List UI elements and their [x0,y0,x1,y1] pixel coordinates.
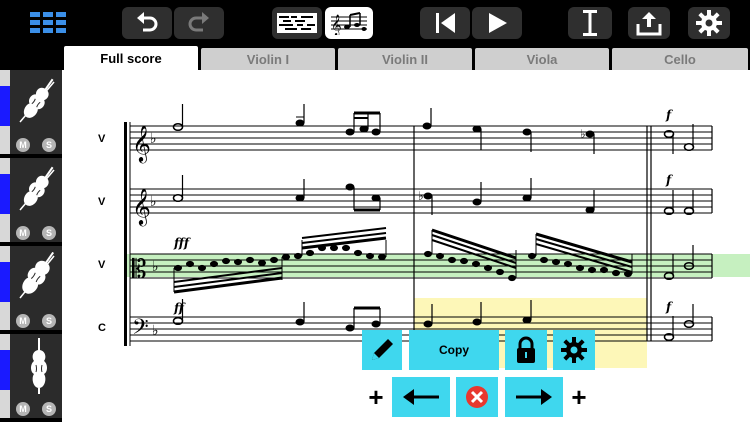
dynamic-mark: f [665,108,673,122]
notation-view-button[interactable]: 𝄞 [325,7,373,39]
svg-text:𝄞: 𝄞 [132,187,151,226]
track-color-bar [0,70,10,154]
tab-cello[interactable]: Cello [612,48,748,70]
dynamic-mark: ff [173,301,186,315]
track-color-bar [0,334,10,418]
solo-button[interactable]: S [42,314,56,328]
undo-icon [137,12,158,32]
track-list: M S M S M S M S [0,70,62,422]
mute-button[interactable]: M [16,138,30,152]
tab-full-score[interactable]: Full score [64,46,198,70]
copy-label: Copy [439,343,469,357]
text-cursor-button[interactable] [568,7,612,39]
violin-icon [19,78,55,123]
dynamic-mark: f [665,173,673,187]
toolbar: 𝄞 [0,0,750,46]
play-icon [489,13,507,33]
pencil-icon [372,339,393,360]
svg-text:𝄢: 𝄢 [132,315,149,345]
tab-violin-2[interactable]: Violin II [338,48,472,70]
track-color-bar [0,158,10,242]
track-violin-1[interactable]: M S [0,70,62,156]
viola-icon [19,252,55,299]
arrow-left-icon [403,389,439,405]
delete-x-icon [466,386,488,408]
svg-text:𝄡: 𝄡 [132,255,147,285]
gear-icon [561,337,587,363]
piano-roll-icon [277,13,317,33]
track-color-bar [0,246,10,330]
grid-view-button[interactable] [20,7,76,39]
violin-icon [19,166,55,211]
move-left-button[interactable] [392,377,450,417]
undo-button[interactable] [122,7,172,39]
track-cello[interactable]: M S [0,334,62,420]
svg-text:♭: ♭ [150,131,157,147]
export-button[interactable] [628,7,670,39]
score-tab-bar: Full score Violin I Violin II Viola Cell… [62,46,750,70]
mute-button[interactable]: M [16,314,30,328]
tab-viola[interactable]: Viola [475,48,609,70]
delete-button[interactable] [456,377,498,417]
redo-icon [188,12,209,32]
track-viola[interactable]: M S [0,246,62,332]
mute-button[interactable]: M [16,226,30,240]
solo-button[interactable]: S [42,402,56,416]
skip-to-start-button[interactable] [420,7,470,39]
text-cursor-icon [583,10,597,36]
svg-text:♭: ♭ [150,194,157,210]
track-violin-2[interactable]: M S [0,158,62,244]
settings-panel-button[interactable] [553,330,595,370]
svg-text:𝄞: 𝄞 [331,15,342,35]
cello-icon [31,338,47,394]
add-after-button[interactable]: + [565,377,593,417]
skip-to-start-icon [436,13,455,33]
play-button[interactable] [472,7,522,39]
gear-icon [696,10,722,36]
svg-text:♭: ♭ [580,127,586,141]
svg-text:♭: ♭ [152,323,159,339]
copy-button[interactable]: Copy [409,330,499,370]
music-notes-icon: 𝄞 [331,12,367,35]
lock-icon [517,336,535,363]
svg-text:♭: ♭ [418,189,424,203]
add-before-button[interactable]: + [362,377,390,417]
move-right-button[interactable] [505,377,563,417]
svg-text:♭: ♭ [152,259,159,275]
settings-button[interactable] [688,7,730,39]
lock-button[interactable] [505,330,547,370]
dynamic-mark: f [665,300,673,314]
solo-button[interactable]: S [42,138,56,152]
grid-icon [30,12,66,33]
score-notation: 𝄞 𝄞 𝄡 𝄢 ♭ ♭ ♭ ♭ fff ff f f f ♭ ♭ [124,104,750,368]
dynamic-mark: fff [173,236,191,250]
mute-button[interactable]: M [16,402,30,416]
tab-violin-1[interactable]: Violin I [201,48,335,70]
piano-roll-view-button[interactable] [272,7,322,39]
solo-button[interactable]: S [42,226,56,240]
redo-button[interactable] [174,7,224,39]
share-upload-icon [636,12,662,36]
score-canvas[interactable]: V V V C 𝄞 𝄞 𝄡 𝄢 ♭ ♭ ♭ ♭ fff ff f f f ♭ ♭… [62,70,750,422]
pencil-tool-button[interactable] [362,330,402,370]
arrow-right-icon [516,389,552,405]
svg-text:𝄞: 𝄞 [132,124,151,163]
